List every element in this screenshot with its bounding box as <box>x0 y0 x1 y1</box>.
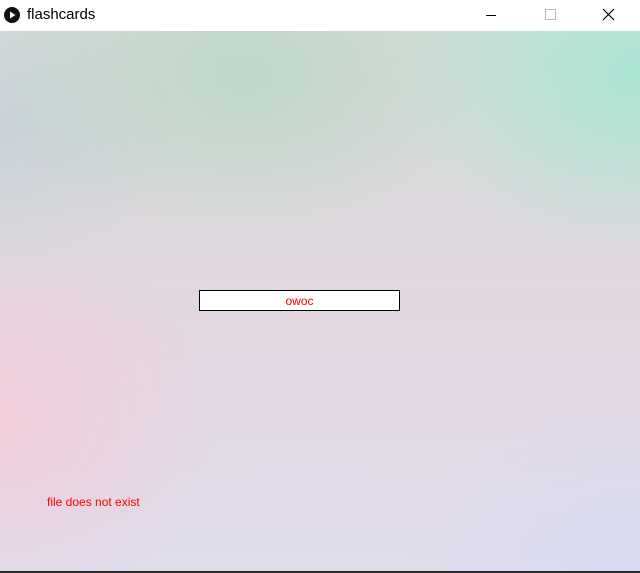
minimize-icon <box>486 15 496 16</box>
play-circle-icon <box>4 7 20 23</box>
answer-input[interactable]: owoc <box>199 290 400 311</box>
close-button[interactable] <box>586 0 632 31</box>
title-bar[interactable]: flashcards <box>0 0 640 31</box>
error-message: file does not exist <box>47 495 140 509</box>
maximize-icon <box>545 9 556 20</box>
close-icon <box>602 8 615 21</box>
minimize-button[interactable] <box>468 0 514 31</box>
window-title: flashcards <box>27 6 96 23</box>
maximize-button[interactable] <box>527 0 573 31</box>
app-window: flashcards owoc file does not exist <box>0 0 640 573</box>
